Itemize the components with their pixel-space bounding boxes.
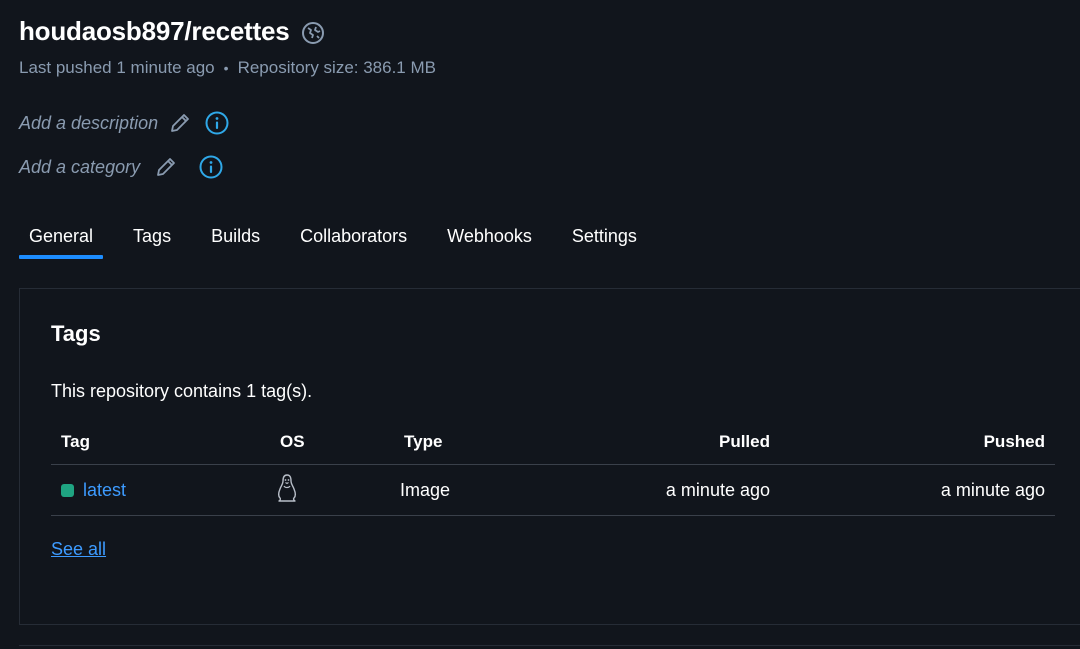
next-panel-border [19,645,1080,646]
pencil-icon[interactable] [168,111,192,135]
see-all-link[interactable]: See all [51,539,106,560]
repo-header: houdaosb897/recettes [19,16,326,47]
info-icon[interactable] [198,154,224,180]
tab-builds[interactable]: Builds [201,220,270,259]
info-icon[interactable] [204,110,230,136]
column-header-pushed: Pushed [983,431,1045,451]
tags-count-text: This repository contains 1 tag(s). [51,381,313,401]
repo-tabs: General Tags Builds Collaborators Webhoo… [19,220,667,259]
repo-name: houdaosb897/recettes [19,16,290,46]
tag-cell: latest [51,480,276,501]
tags-panel: Tags This repository contains 1 tag(s). … [19,288,1080,625]
pulled-cell: a minute ago [665,479,770,500]
tab-settings[interactable]: Settings [562,220,647,259]
category-placeholder[interactable]: Add a category [19,157,140,178]
last-pushed-text: Last pushed 1 minute ago [19,58,215,77]
tags-table: Tag OS Type Pulled Pushed latest Image a… [51,419,1055,516]
tab-tags[interactable]: Tags [123,220,181,259]
description-placeholder[interactable]: Add a description [19,113,158,134]
pencil-icon[interactable] [154,155,178,179]
linux-penguin-icon [275,473,299,503]
column-header-os: OS [280,431,305,451]
pushed-cell: a minute ago [940,479,1045,500]
repo-size-text: Repository size: 386.1 MB [237,58,436,77]
table-row: latest Image a minute ago a minute ago [51,465,1055,516]
tags-panel-title: Tags [51,321,101,346]
type-cell: Image [400,479,451,500]
tab-general[interactable]: General [19,220,104,259]
column-header-tag: Tag [61,431,90,451]
repo-meta: Last pushed 1 minute ago • Repository si… [19,58,436,78]
meta-separator: • [223,60,229,76]
column-header-pulled: Pulled [718,431,770,451]
tag-status-indicator [61,483,74,497]
table-header: Tag OS Type Pulled Pushed [51,419,1055,465]
os-cell [276,473,400,508]
category-row: Add a category [19,154,224,180]
globe-icon [300,20,326,46]
tag-link-latest[interactable]: latest [83,480,126,501]
description-row: Add a description [19,110,230,136]
column-header-type: Type [404,431,443,451]
tab-collaborators[interactable]: Collaborators [290,220,417,259]
tab-webhooks[interactable]: Webhooks [437,220,542,259]
